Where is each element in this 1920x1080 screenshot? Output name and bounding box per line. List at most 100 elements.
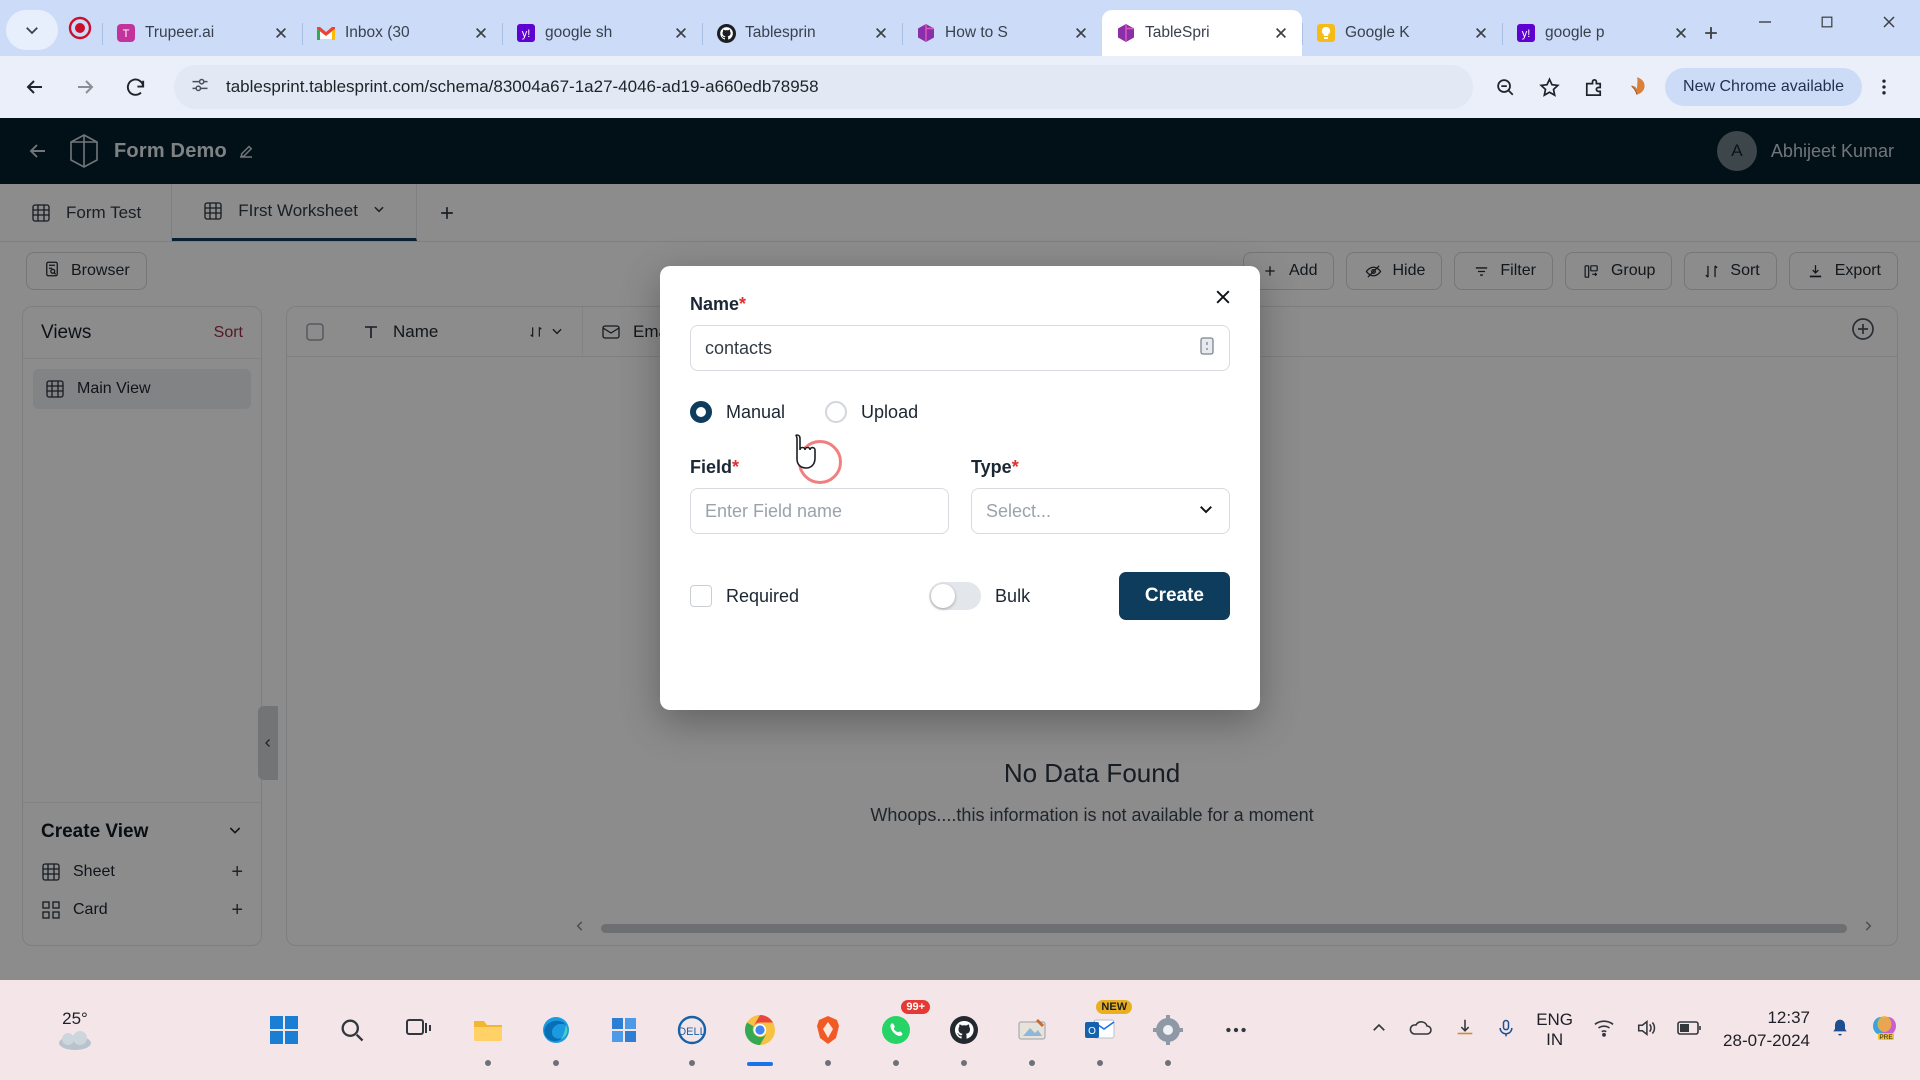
- minimize-button[interactable]: [1734, 0, 1796, 44]
- show-hidden-icons[interactable]: [1210, 1004, 1262, 1056]
- bulk-toggle[interactable]: [929, 582, 982, 610]
- app-running-dot: [893, 1060, 900, 1066]
- weather-widget[interactable]: 25°: [0, 1009, 150, 1051]
- edge-browser[interactable]: [530, 1004, 582, 1066]
- clock[interactable]: 12:37 28-07-2024: [1723, 1007, 1810, 1053]
- browser-tab[interactable]: y! google p: [1502, 10, 1702, 56]
- type-select-value: Select...: [986, 500, 1052, 521]
- brave-browser[interactable]: [802, 1004, 854, 1066]
- type-select[interactable]: Select...: [971, 488, 1230, 534]
- outlook[interactable]: O NEW: [1074, 1000, 1133, 1066]
- modal-footer: Required Bulk Create: [690, 572, 1230, 620]
- app-running-dot: [1097, 1060, 1104, 1066]
- tab-separator: [702, 23, 703, 45]
- settings[interactable]: [1142, 1004, 1194, 1066]
- svg-text:y!: y!: [522, 28, 531, 40]
- browser-tab[interactable]: Tablesprin: [702, 10, 902, 56]
- svg-text:PRE: PRE: [1879, 1034, 1893, 1041]
- github-icon: [716, 23, 736, 43]
- microsoft-store[interactable]: [598, 1004, 650, 1056]
- copilot-icon[interactable]: PRE: [1870, 1015, 1900, 1046]
- onedrive-icon[interactable]: [1408, 1019, 1434, 1042]
- app-running-dot: [689, 1060, 696, 1066]
- chrome-menu-icon[interactable]: [1862, 65, 1906, 109]
- tab-close-icon[interactable]: [1468, 20, 1494, 46]
- update-icon[interactable]: [1454, 1017, 1476, 1044]
- chrome-browser[interactable]: [734, 1004, 786, 1066]
- site-settings-icon[interactable]: [190, 75, 210, 100]
- app-running-dot: [1165, 1060, 1172, 1066]
- radio-manual[interactable]: [690, 401, 712, 423]
- reload-button[interactable]: [114, 66, 156, 108]
- yahoo-icon: y!: [516, 23, 536, 43]
- name-input[interactable]: contacts: [690, 325, 1230, 371]
- browser-tab[interactable]: y! google sh: [502, 10, 702, 56]
- type-required-asterisk: *: [1011, 457, 1019, 477]
- wifi-icon[interactable]: [1593, 1018, 1615, 1043]
- create-button[interactable]: Create: [1118, 572, 1230, 620]
- trupeer-icon: T: [116, 23, 136, 43]
- close-icon[interactable]: [1208, 282, 1238, 312]
- cloud-icon: [59, 1031, 91, 1050]
- back-button[interactable]: [14, 66, 56, 108]
- notification-bell-icon[interactable]: [1830, 1017, 1850, 1044]
- tab-search-button[interactable]: [6, 10, 58, 50]
- tab-close-icon[interactable]: [1268, 20, 1294, 46]
- required-checkbox[interactable]: [690, 585, 712, 607]
- search-button[interactable]: [326, 1004, 378, 1056]
- start-button[interactable]: [258, 1004, 310, 1056]
- dell-app[interactable]: DELL: [666, 1004, 718, 1066]
- tab-close-icon[interactable]: [468, 20, 494, 46]
- window-controls: [1734, 0, 1920, 56]
- tray-expand-icon[interactable]: [1370, 1019, 1388, 1042]
- zoom-out-icon[interactable]: [1483, 65, 1527, 109]
- maximize-button[interactable]: [1796, 0, 1858, 44]
- tab-title: Google K: [1345, 24, 1410, 41]
- language-indicator[interactable]: ENG IN: [1536, 1010, 1573, 1049]
- extensions-icon[interactable]: [1571, 65, 1615, 109]
- recording-indicator-icon[interactable]: [58, 0, 102, 56]
- forward-button[interactable]: [64, 66, 106, 108]
- gmail-icon: [316, 23, 336, 43]
- whatsapp[interactable]: 99+: [870, 1000, 931, 1066]
- microphone-icon[interactable]: [1496, 1017, 1516, 1044]
- chevron-down-icon: [1197, 500, 1215, 523]
- close-window-button[interactable]: [1858, 0, 1920, 44]
- chrome-update-badge[interactable]: New Chrome available: [1665, 68, 1862, 106]
- bookmark-star-icon[interactable]: [1527, 65, 1571, 109]
- volume-icon[interactable]: [1635, 1018, 1657, 1043]
- language-line1: ENG: [1536, 1010, 1574, 1030]
- task-view-button[interactable]: [394, 1004, 446, 1056]
- browser-tab[interactable]: Google K: [1302, 10, 1502, 56]
- tab-title: How to S: [945, 24, 1008, 41]
- browser-tab[interactable]: T Trupeer.ai: [102, 10, 302, 56]
- tab-close-icon[interactable]: [268, 20, 294, 46]
- profile-leaf-icon[interactable]: [1615, 65, 1659, 109]
- tab-separator: [302, 23, 303, 45]
- tab-title: google sh: [545, 24, 613, 41]
- create-field-modal: Name* contacts Manual Upload Field* Ente…: [660, 266, 1260, 710]
- name-label-text: Name: [690, 294, 740, 314]
- browser-tab[interactable]: How to S: [902, 10, 1102, 56]
- field-type-row: Field* Enter Field name Type* Select...: [690, 457, 1230, 534]
- github-desktop[interactable]: [938, 1004, 990, 1066]
- tab-close-icon[interactable]: [1668, 20, 1694, 46]
- copy-icon[interactable]: [1199, 336, 1215, 360]
- field-name-input[interactable]: Enter Field name: [690, 488, 949, 534]
- tab-title: Tablesprin: [745, 24, 816, 41]
- tab-title: TableSpri: [1145, 24, 1210, 41]
- radio-upload[interactable]: [825, 401, 848, 423]
- address-bar[interactable]: tablesprint.tablesprint.com/schema/83004…: [174, 65, 1474, 109]
- app-running-dot: [485, 1060, 492, 1066]
- tab-close-icon[interactable]: [668, 20, 694, 46]
- tablesprint-icon: [916, 23, 936, 43]
- yahoo-icon: y!: [1516, 23, 1536, 43]
- snipping-tool[interactable]: [1006, 1004, 1058, 1066]
- file-explorer[interactable]: [462, 1004, 514, 1066]
- browser-tab[interactable]: TableSpri: [1102, 10, 1302, 56]
- tab-close-icon[interactable]: [868, 20, 894, 46]
- tab-close-icon[interactable]: [1068, 20, 1094, 46]
- battery-icon[interactable]: [1677, 1020, 1703, 1041]
- browser-tab[interactable]: Inbox (30: [302, 10, 502, 56]
- svg-text:y!: y!: [1522, 28, 1531, 40]
